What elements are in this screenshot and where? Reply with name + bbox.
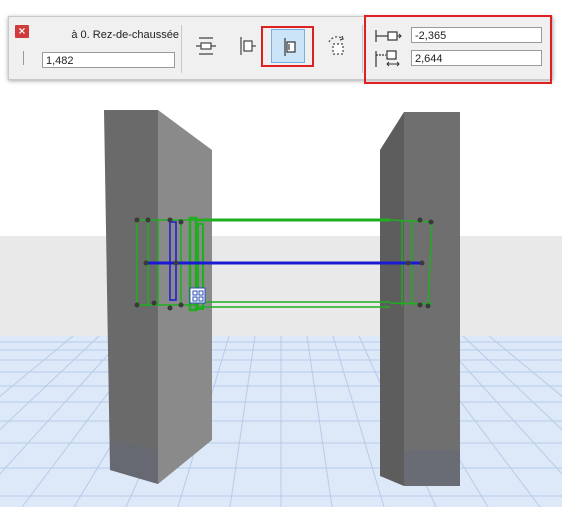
horizon-band: [0, 236, 562, 336]
rotate-reference-icon: [328, 35, 344, 55]
align-left-icon: [240, 37, 256, 55]
elevation-field[interactable]: 1,482: [42, 52, 175, 68]
close-icon[interactable]: ×: [15, 25, 29, 38]
grid-handle-icon[interactable]: [189, 287, 206, 304]
palette-grip[interactable]: [23, 51, 24, 65]
anchor-toggle-button[interactable]: [189, 29, 223, 63]
offset-fields-highlight: [364, 15, 552, 84]
story-label: à 0. Rez-de-chaussée: [71, 29, 179, 41]
align-left-button[interactable]: [230, 29, 264, 63]
right-wall[interactable]: [380, 112, 460, 486]
anchor-toggle-icon: [196, 37, 216, 55]
active-tool-highlight: [261, 26, 314, 67]
rotate-reference-button[interactable]: [320, 29, 354, 63]
separator: [181, 25, 182, 73]
separator: [362, 25, 363, 73]
